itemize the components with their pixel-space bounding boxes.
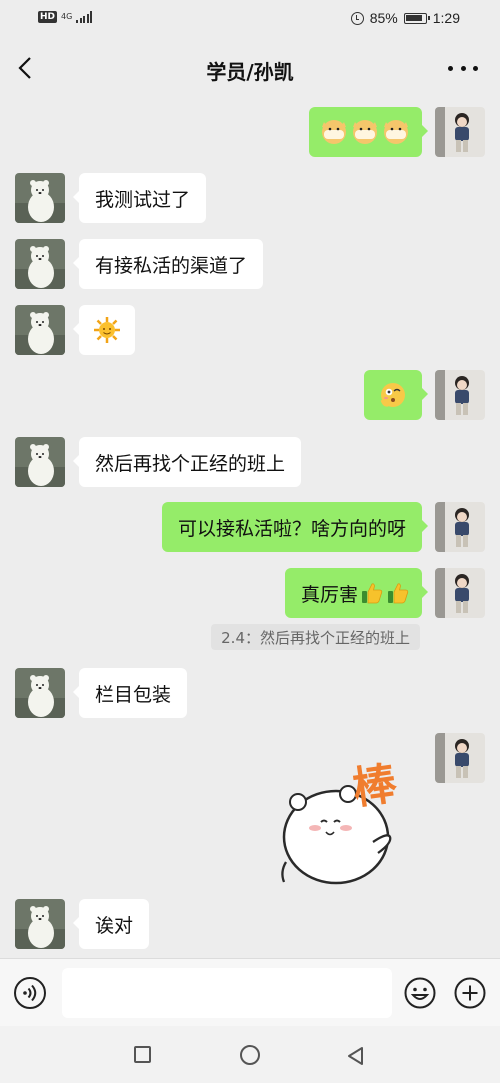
doge-emoji-icon bbox=[322, 120, 408, 144]
emoji-button[interactable] bbox=[404, 977, 436, 1009]
voice-input-button[interactable] bbox=[14, 977, 46, 1009]
message-text: 然后再找个正经的班上 bbox=[95, 452, 286, 475]
quoted-message[interactable]: 2.4：然后再找个正经的班上 bbox=[211, 624, 420, 650]
more-dot-icon bbox=[448, 65, 453, 71]
clock: 1:29 bbox=[432, 10, 460, 26]
thumbs-up-icon bbox=[362, 583, 383, 604]
message-text: 有接私活的渠道了 bbox=[95, 254, 248, 277]
avatar-image bbox=[435, 733, 485, 783]
avatar-image bbox=[15, 899, 65, 949]
message-bubble[interactable]: 然后再找个正经的班上 bbox=[72, 437, 302, 487]
message-bubble-emoji[interactable] bbox=[73, 305, 135, 355]
message-bubble-emoji[interactable] bbox=[364, 370, 428, 420]
chat-input-bar bbox=[0, 958, 500, 1027]
contact-avatar[interactable] bbox=[15, 437, 65, 487]
message-text: 我测试过了 bbox=[95, 188, 191, 211]
voice-icon bbox=[23, 984, 37, 1002]
message-bubble[interactable]: 我测试过了 bbox=[72, 173, 207, 223]
message-bubble-emoji[interactable] bbox=[309, 107, 428, 157]
contact-avatar[interactable] bbox=[15, 668, 65, 718]
network-indicators: HD 4G bbox=[38, 11, 93, 23]
more-dot-icon bbox=[473, 65, 478, 71]
chat-title: 学员/孙凯 bbox=[206, 60, 294, 84]
my-avatar[interactable] bbox=[435, 370, 485, 420]
my-avatar[interactable] bbox=[435, 107, 485, 157]
message-text: 诶对 bbox=[95, 914, 134, 937]
hd-voice-icon: HD bbox=[38, 11, 58, 23]
my-avatar[interactable] bbox=[435, 502, 485, 552]
message-bubble[interactable]: 诶对 bbox=[72, 899, 150, 949]
avatar-image bbox=[435, 502, 485, 552]
message-input[interactable] bbox=[62, 968, 392, 1018]
message-text: 真厉害 bbox=[300, 583, 358, 606]
more-options-button[interactable] bbox=[448, 56, 478, 80]
contact-avatar[interactable] bbox=[15, 305, 65, 355]
contact-avatar[interactable] bbox=[15, 239, 65, 289]
message-text: 可以接私活啦？啥方向的呀 bbox=[177, 517, 406, 540]
alarm-icon bbox=[350, 11, 364, 25]
plus-icon bbox=[454, 977, 486, 1009]
system-navigation-bar bbox=[0, 1026, 500, 1083]
avatar-image bbox=[435, 370, 485, 420]
contact-avatar[interactable] bbox=[15, 173, 65, 223]
signal-icon bbox=[76, 11, 93, 23]
avatar-image bbox=[15, 305, 65, 355]
battery-icon bbox=[403, 12, 430, 24]
status-right: 85% 1:29 bbox=[350, 10, 460, 26]
chat-header: 学员/孙凯 bbox=[0, 40, 500, 96]
recent-apps-icon[interactable] bbox=[134, 1046, 151, 1063]
status-bar: HD 4G 85% 1:29 bbox=[0, 0, 500, 38]
more-dot-icon bbox=[460, 65, 466, 71]
message-bubble[interactable]: 真厉害 bbox=[284, 568, 429, 618]
sticker-message[interactable]: 棒 bbox=[268, 752, 423, 887]
back-triangle-icon[interactable] bbox=[344, 1044, 368, 1068]
message-bubble[interactable]: 栏目包装 bbox=[72, 668, 188, 718]
network-type: 4G bbox=[61, 12, 73, 21]
bear-sticker-image bbox=[281, 785, 392, 885]
battery-percent: 85% bbox=[369, 10, 398, 26]
thumbs-up-icon bbox=[388, 583, 409, 604]
sticker-caption: 棒 bbox=[349, 758, 400, 815]
avatar-image bbox=[15, 437, 65, 487]
smiley-icon bbox=[404, 977, 436, 1009]
avatar-image bbox=[15, 239, 65, 289]
message-bubble[interactable]: 可以接私活啦？啥方向的呀 bbox=[161, 502, 429, 552]
home-icon[interactable] bbox=[240, 1045, 260, 1065]
sun-emoji-icon bbox=[94, 317, 120, 343]
quote-text: 2.4：然后再找个正经的班上 bbox=[221, 628, 410, 647]
contact-avatar[interactable] bbox=[15, 899, 65, 949]
more-functions-button[interactable] bbox=[454, 977, 486, 1009]
message-bubble[interactable]: 有接私活的渠道了 bbox=[72, 239, 264, 289]
my-avatar[interactable] bbox=[435, 733, 485, 783]
shy-face-emoji-icon bbox=[380, 383, 405, 407]
avatar-image bbox=[435, 107, 485, 157]
avatar-image bbox=[435, 568, 485, 618]
avatar-image bbox=[15, 173, 65, 223]
my-avatar[interactable] bbox=[435, 568, 485, 618]
message-text: 栏目包装 bbox=[95, 683, 172, 706]
avatar-image bbox=[15, 668, 65, 718]
